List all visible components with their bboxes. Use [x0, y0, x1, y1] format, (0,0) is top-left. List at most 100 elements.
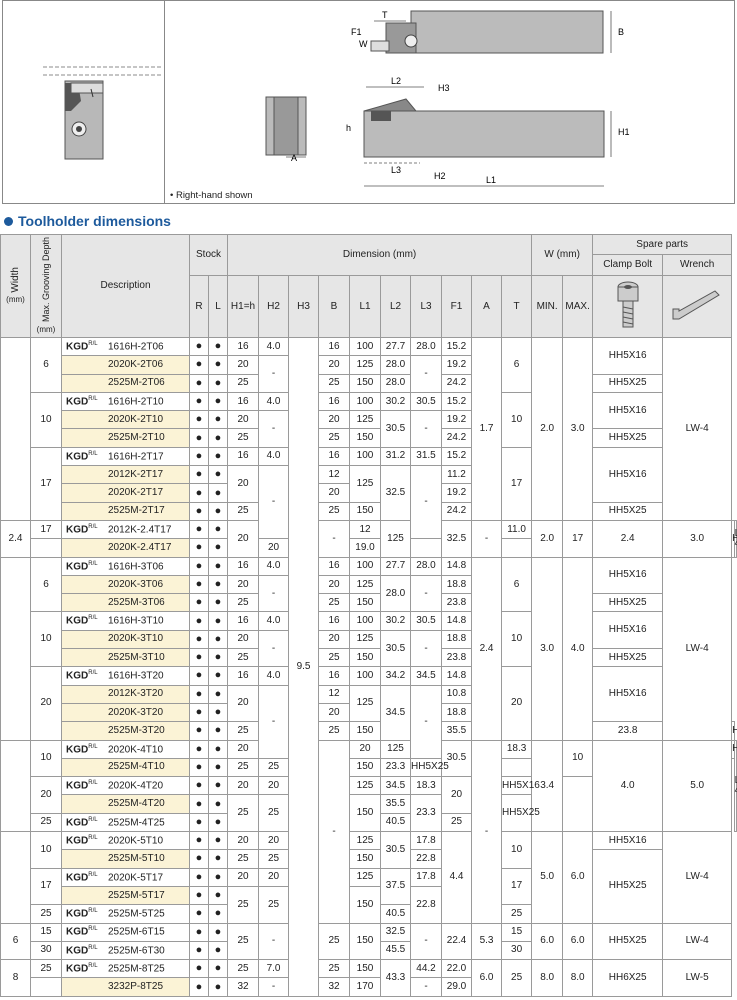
clamp-bolt-cell: HH5X25	[501, 794, 540, 833]
t-cell: 10	[501, 611, 533, 668]
l1-cell: 125	[349, 831, 382, 851]
col-min: MIN.	[531, 275, 564, 338]
f1-cell: 15.2	[441, 446, 473, 467]
table-row: 2.4 17 KGDR/L 2012K-2.4T17 ● ● 20-12 125 32.5-11…	[0, 519, 737, 558]
l2-cell: 27.7	[380, 336, 412, 357]
l1-cell: 150	[349, 373, 382, 393]
description-cell: 2020K-2T10	[61, 410, 190, 430]
t-cell: 25	[501, 959, 533, 997]
stock-r-bullet: ●	[189, 904, 209, 924]
col-H3: H3	[288, 275, 320, 338]
stock-l-bullet: ●	[207, 977, 229, 997]
bolt-icon	[617, 281, 639, 328]
l1-cell: 170	[349, 977, 382, 997]
stock-l-bullet: ●	[207, 373, 229, 393]
l1-cell: 125	[349, 776, 382, 796]
w-min-cell: 3.0	[531, 556, 564, 741]
l1-cell: 150	[349, 922, 382, 961]
stock-l-bullet: ●	[207, 684, 229, 704]
description-cell: 2525M-2T06	[61, 373, 190, 393]
stock-l-bullet: ●	[207, 666, 229, 686]
kgd-prefix: KGDR/L	[66, 670, 98, 682]
f1-cell: 23.8	[592, 721, 664, 741]
l2-cell: 30.5	[380, 410, 412, 448]
description-code: 1616H-3T10	[108, 615, 164, 627]
description-code: 2012K-2T17	[108, 468, 164, 480]
width-unit: (mm)	[6, 295, 25, 305]
clamp-bolt-cell: HH5X16	[592, 391, 664, 430]
clamp-bolt-cell: HH5X16	[592, 556, 664, 595]
stock-l-bullet: ●	[207, 446, 229, 467]
description-code: 2525M-4T10	[108, 761, 165, 773]
clamp-bolt-cell: HH5X25	[592, 922, 664, 961]
width-cell	[0, 337, 31, 521]
toolholder-dimensions-table: Width (mm) Max. Grooving Depth (mm) Descri…	[0, 234, 737, 997]
f1-cell: 22.8	[410, 849, 443, 869]
description-cell: KGDR/L 2020K-4T20	[61, 776, 190, 796]
b-cell: 16	[318, 336, 351, 357]
stock-r-bullet: ●	[189, 556, 209, 576]
stock-r-bullet: ●	[189, 666, 209, 686]
h1-cell: 16	[227, 556, 260, 576]
label-L2: L2	[391, 76, 401, 86]
h1-cell: 16	[227, 666, 260, 686]
clamp-bolt-cell: HH5X16	[501, 776, 540, 796]
spare-parts-header: Spare parts Clamp Bolt Wrench	[592, 234, 733, 276]
description-code: 2525M-5T17	[108, 889, 165, 901]
stock-l-bullet: ●	[207, 794, 229, 814]
stock-r-bullet: ●	[189, 574, 209, 595]
h1-cell: 20	[227, 739, 260, 759]
f1-cell: 23.8	[441, 648, 473, 668]
description-code: 2525M-2T06	[108, 377, 165, 389]
l2-cell: 28.0	[380, 373, 412, 393]
width-cell	[0, 831, 31, 924]
col-H1: H1=h	[227, 275, 260, 338]
table-row: 8 25 KGDR/L 2525M-8T25 ● ● 25 7.0 25 150 43.3 44.2 2…	[0, 959, 737, 997]
stock-l-bullet: ●	[207, 501, 229, 521]
l2-cell: 32.5	[380, 465, 412, 521]
t-cell: 17	[501, 867, 533, 906]
description-code: 2020K-4T20	[108, 780, 164, 792]
holder-closeup-drawing	[43, 66, 163, 160]
stock-r-bullet: ●	[189, 959, 209, 979]
label-B: B	[618, 27, 624, 37]
h1-cell: 25	[227, 593, 260, 613]
l1-cell: 100	[349, 391, 382, 412]
h2-cell: 7.0	[258, 959, 290, 979]
l3-cell: 44.2	[410, 959, 443, 979]
description-code: 1616H-3T06	[108, 560, 164, 572]
b-cell: 16	[318, 556, 351, 576]
kgd-prefix: KGDR/L	[66, 450, 98, 463]
t-cell: 10	[501, 391, 533, 448]
description-cell: KGDR/L 2020K-5T10	[61, 831, 190, 851]
l3-cell: -	[410, 465, 443, 540]
l3-cell: -	[410, 977, 443, 997]
h2-cell: -	[258, 684, 290, 759]
l3-cell: -	[471, 519, 503, 558]
stock-r-bullet: ●	[189, 757, 209, 778]
t-cell: 25	[441, 812, 473, 833]
t-cell: 6	[501, 556, 533, 613]
h1-cell: 25	[227, 794, 260, 833]
f1-cell: 14.8	[441, 611, 473, 631]
l1-cell: 150	[349, 959, 382, 979]
f1-cell: 24.2	[441, 428, 473, 448]
f1-cell: 19.2	[441, 483, 473, 503]
l3-cell: -	[410, 684, 443, 759]
col-R: R	[189, 275, 209, 338]
t-cell: 6	[501, 337, 533, 393]
table-row: 6 KGDR/L 1616H-2T06 ● ● 16 4.0 9.5 16 100 27.7 28.0…	[0, 336, 737, 997]
l3-cell: 28.0	[410, 336, 443, 357]
l2-cell: 40.5	[380, 904, 412, 924]
l3-cell: 34.5	[410, 666, 443, 686]
f1-cell: 22.8	[410, 885, 443, 924]
h2-cell: -	[258, 922, 290, 961]
stock-r-bullet: ●	[189, 446, 209, 467]
col-A: A	[471, 275, 503, 338]
stock-l-bullet: ●	[207, 611, 229, 631]
l1-cell: 125	[380, 519, 412, 558]
clamp-bolt-cell: HH5X25	[731, 721, 737, 741]
h2-cell: -	[258, 355, 290, 393]
h2-cell: 4.0	[258, 336, 290, 357]
h2-cell: -	[318, 739, 351, 924]
